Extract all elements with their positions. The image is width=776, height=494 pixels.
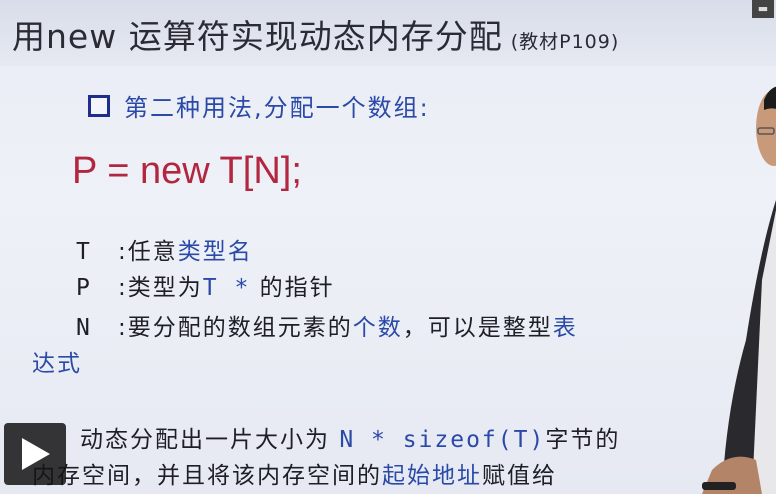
def-rest: ，可以是整型 [402,315,553,341]
def-text: 要分配的数组元素的 [127,315,353,341]
def-blue: 类型名 [177,239,253,265]
para1-a: 动态分配出一片大小为 [80,427,340,453]
def-key: T [76,239,92,265]
def-sep: : [118,239,128,265]
def-text: 类型为 [127,275,203,301]
slide-title-ref: (教材P109) [510,31,620,53]
para2-a: 内存空间，并且将该内存空间的 [32,463,382,489]
square-bullet-icon [88,95,110,117]
play-icon [22,438,50,470]
def-key: N [76,315,92,341]
definition-t: T:任意类型名 [76,232,253,266]
minimize-icon[interactable]: ▬ [752,0,774,18]
slide: 用new 运算符实现动态内存分配 (教材P109) ▬ 第二种用法,分配一个数组:… [0,0,776,494]
def-sep: : [118,275,128,301]
slide-title: 用new 运算符实现动态内存分配 (教材P109) [12,10,619,58]
presenter-figure [702,86,776,494]
definition-n: N:要分配的数组元素的个数，可以是整型表 [76,308,578,342]
def-wrap-blue: 达式 [32,351,82,377]
para2-b: 赋值给 [482,463,557,489]
def-rest: 的指针 [250,275,335,301]
paragraph-line-1: 动态分配出一片大小为 N * sizeof(T)字节的 [80,420,620,454]
formula: P = new T[N]; [72,150,302,192]
para2-blue: 起始地址 [382,463,482,489]
def-text: 任意 [127,239,178,265]
def-blue: 个数 [352,315,403,341]
paragraph-line-2: 内存空间，并且将该内存空间的起始地址赋值给 [32,456,557,490]
bullet-text: 第二种用法,分配一个数组: [124,94,430,122]
def-sep: : [118,315,128,341]
def-tail-blue: 表 [552,315,578,341]
def-blue: T * [202,275,251,301]
def-key: P [76,275,92,301]
para1-b: 字节的 [545,427,621,453]
play-button[interactable] [4,423,66,485]
definition-p: P:类型为T * 的指针 [76,268,335,302]
definition-n-wrap: 达式 [32,344,82,378]
bullet-point: 第二种用法,分配一个数组: [88,88,430,123]
slide-title-text: 用new 运算符实现动态内存分配 [12,17,503,56]
title-bar: 用new 运算符实现动态内存分配 (教材P109) [0,0,776,66]
para1-mono: N * sizeof(T) [339,427,546,453]
